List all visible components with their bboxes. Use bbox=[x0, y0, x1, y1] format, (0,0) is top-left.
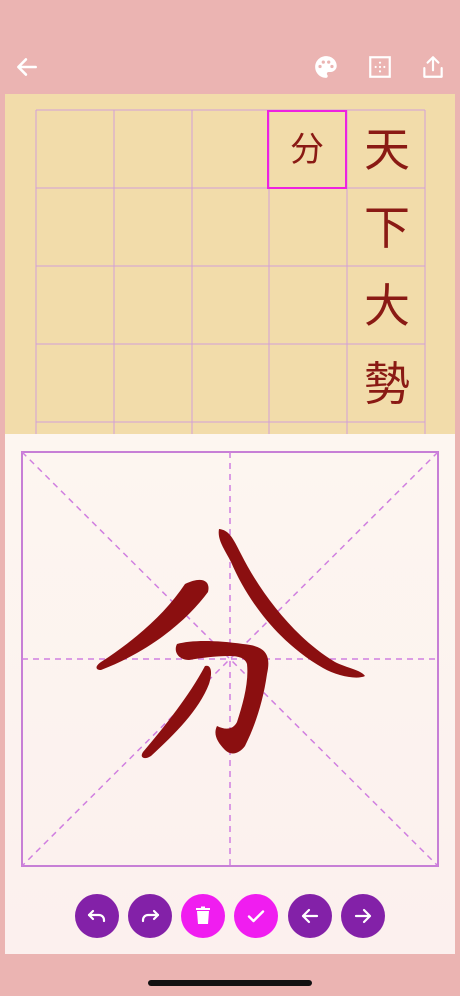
reference-char-4: 勢 bbox=[364, 357, 410, 411]
written-char[interactable]: 分 bbox=[269, 112, 345, 188]
next-button[interactable] bbox=[341, 894, 385, 938]
previous-button[interactable] bbox=[288, 894, 332, 938]
reference-char-1: 天 bbox=[364, 123, 410, 177]
confirm-button[interactable] bbox=[234, 894, 278, 938]
reference-char-3: 大 bbox=[364, 279, 410, 333]
practice-paper-grid: 分 天 下 大 勢 bbox=[5, 94, 455, 434]
check-icon bbox=[247, 910, 265, 923]
share-icon[interactable] bbox=[418, 52, 448, 82]
arrow-right-icon bbox=[354, 908, 372, 924]
pad-guide-grid bbox=[21, 451, 439, 867]
arrow-left-icon bbox=[301, 908, 319, 924]
back-arrow-icon[interactable] bbox=[12, 52, 42, 82]
redo-icon bbox=[141, 909, 160, 923]
trash-icon bbox=[196, 906, 210, 924]
palette-icon[interactable] bbox=[311, 52, 341, 82]
reference-char-2: 下 bbox=[364, 201, 410, 255]
undo-button[interactable] bbox=[75, 894, 119, 938]
bottom-toolbar bbox=[0, 894, 460, 938]
top-bar bbox=[0, 0, 460, 94]
redo-button[interactable] bbox=[128, 894, 172, 938]
drawing-pad[interactable] bbox=[5, 434, 455, 954]
grid-focus-icon[interactable] bbox=[365, 52, 395, 82]
undo-icon bbox=[87, 909, 106, 923]
delete-button[interactable] bbox=[181, 894, 225, 938]
home-indicator[interactable] bbox=[148, 980, 312, 986]
